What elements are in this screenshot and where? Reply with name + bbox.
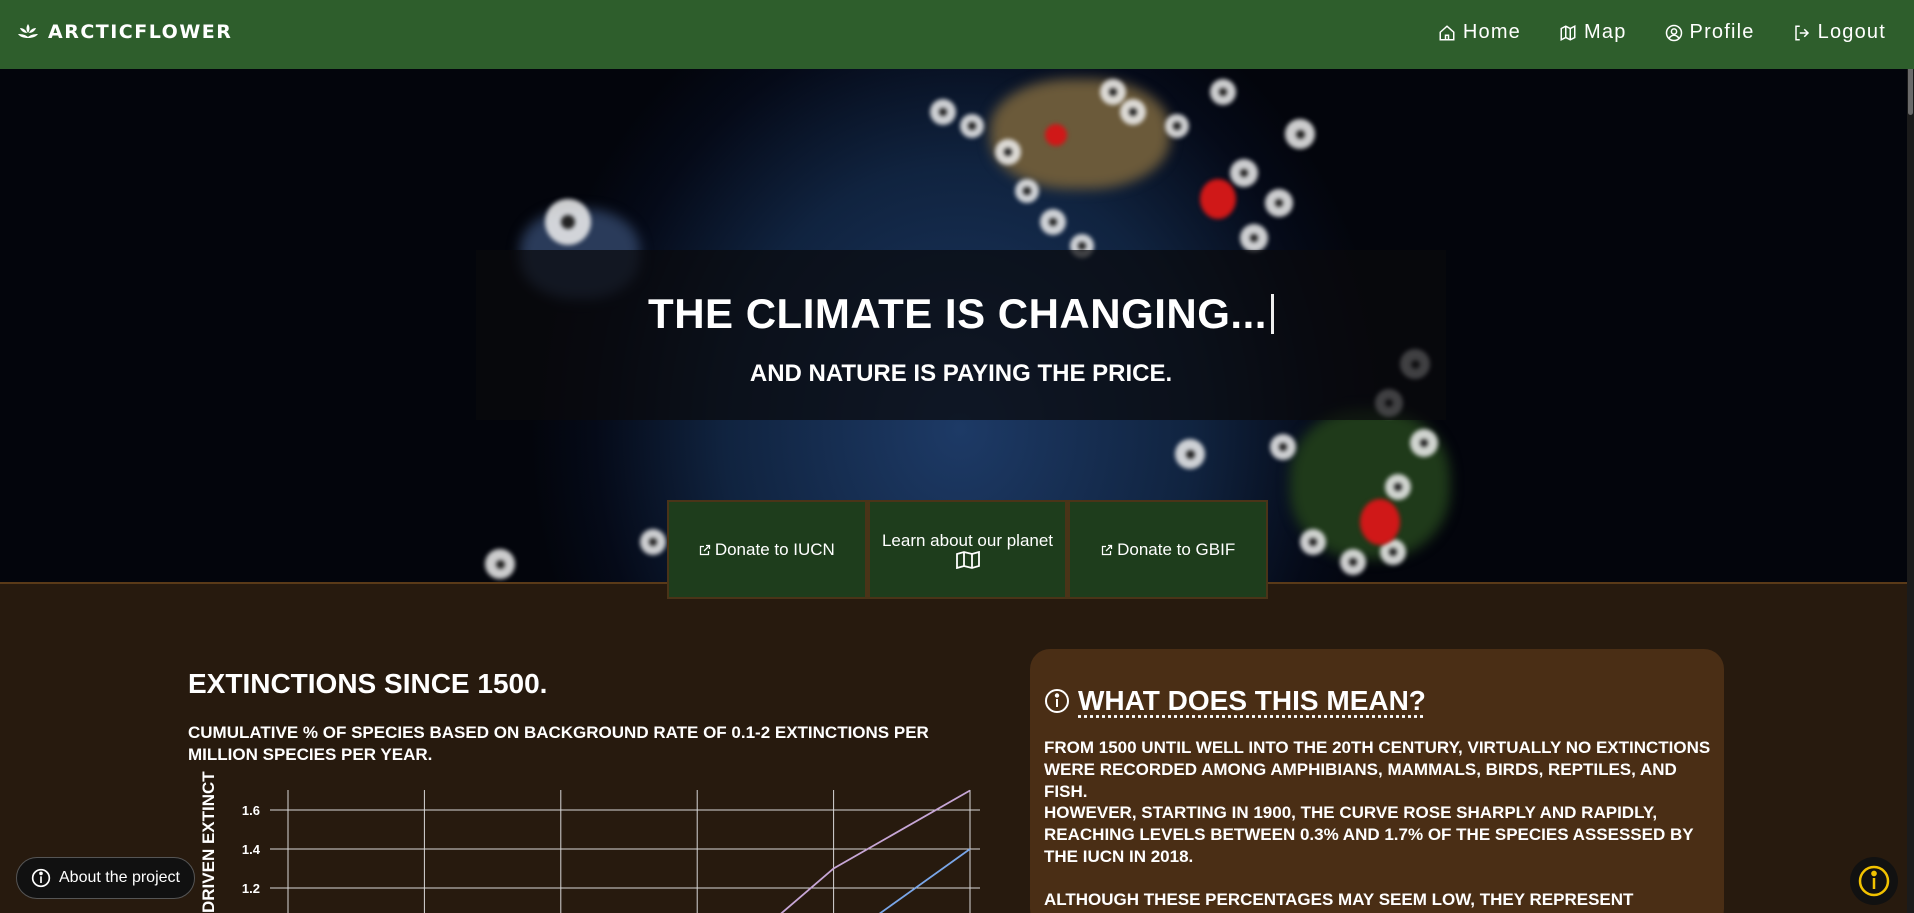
- info-icon: [1858, 865, 1890, 897]
- map-marker: [1265, 189, 1293, 217]
- nav-logout-label: Logout: [1817, 21, 1886, 43]
- y-tick-label: 1.6: [242, 803, 260, 818]
- map-marker: [1015, 179, 1039, 203]
- map-marker: [545, 199, 591, 245]
- red-marker: [1045, 124, 1067, 146]
- info-paragraph-1: FROM 1500 UNTIL WELL INTO THE 20TH CENTU…: [1044, 738, 1711, 801]
- lotus-logo-icon: [18, 24, 38, 38]
- map-marker: [1285, 119, 1315, 149]
- info-icon: [1045, 689, 1069, 713]
- series-line-1: [780, 789, 971, 913]
- map-marker: [1340, 549, 1366, 575]
- y-tick-label: 1.2: [242, 881, 260, 896]
- red-marker: [1200, 179, 1236, 219]
- map-marker: [640, 529, 666, 555]
- map-icon: [955, 550, 980, 569]
- info-paragraph-2: HOWEVER, STARTING IN 1900, THE CURVE ROS…: [1044, 803, 1694, 866]
- about-project-label: About the project: [59, 869, 180, 886]
- nav-map[interactable]: Map: [1559, 21, 1627, 44]
- nav-map-label: Map: [1584, 21, 1627, 43]
- hero-subtitle: AND NATURE IS PAYING THE PRICE.: [749, 360, 1173, 387]
- hero-title: THE CLIMATE IS CHANGING...: [476, 290, 1446, 338]
- map-marker: [485, 549, 515, 579]
- map-icon: [1560, 24, 1576, 41]
- map-marker: [1385, 474, 1411, 500]
- nav-links: Home Map Profile Logout: [1438, 21, 1886, 44]
- map-marker: [995, 139, 1021, 165]
- learn-planet-button[interactable]: Learn about our planet: [866, 500, 1068, 599]
- profile-icon: [1665, 24, 1682, 41]
- donate-iucn-button[interactable]: Donate to IUCN: [667, 500, 867, 599]
- land-shape: [990, 79, 1170, 189]
- donate-gbif-label: Donate to GBIF: [1117, 539, 1236, 559]
- y-tick-label: 1.4: [242, 842, 261, 857]
- red-marker: [1360, 499, 1400, 545]
- about-project-button[interactable]: About the project: [16, 857, 195, 899]
- map-marker: [1270, 434, 1296, 460]
- section-subtitle: CUMULATIVE % OF SPECIES BASED ON BACKGRO…: [188, 723, 929, 764]
- map-marker: [1040, 209, 1066, 235]
- map-marker: [1240, 224, 1268, 252]
- info-paragraph-3: ALTHOUGH THESE PERCENTAGES MAY SEEM LOW,…: [1044, 890, 1634, 913]
- map-marker: [1165, 114, 1189, 138]
- nav-home-label: Home: [1462, 21, 1522, 43]
- map-marker: [960, 114, 984, 138]
- external-link-icon: [1101, 544, 1113, 555]
- section-title: EXTINCTIONS SINCE 1500.: [188, 668, 548, 699]
- nav-profile-label: Profile: [1689, 21, 1755, 43]
- map-marker: [1100, 79, 1126, 105]
- nav-home[interactable]: Home: [1438, 21, 1521, 44]
- scrollbar-track[interactable]: [1907, 0, 1914, 913]
- hero-buttons: Donate to IUCN Learn about our planet Do…: [667, 500, 1269, 599]
- navbar: ARCTICFLOWER Home Map Profile Logout: [0, 0, 1914, 69]
- map-marker: [930, 99, 956, 125]
- map-marker: [1230, 159, 1258, 187]
- map-marker: [1300, 529, 1326, 555]
- logout-icon: [1794, 25, 1809, 40]
- series-line-2: [878, 848, 971, 913]
- nav-profile[interactable]: Profile: [1665, 21, 1755, 44]
- donate-gbif-button[interactable]: Donate to GBIF: [1067, 500, 1269, 599]
- donate-iucn-label: Donate to IUCN: [714, 539, 835, 559]
- info-header: WHAT DOES THIS MEAN?: [1044, 685, 1426, 717]
- learn-planet-label: Learn about our planet: [881, 530, 1054, 550]
- info-icon: [31, 868, 51, 888]
- map-marker: [1410, 429, 1438, 457]
- typing-cursor: [1270, 294, 1274, 334]
- info-card: WHAT DOES THIS MEAN? FROM 1500 UNTIL WEL…: [1030, 649, 1724, 913]
- nav-logout[interactable]: Logout: [1793, 21, 1886, 44]
- home-icon: [1439, 24, 1455, 40]
- info-title: WHAT DOES THIS MEAN?: [1078, 685, 1426, 716]
- map-marker: [1175, 439, 1205, 469]
- hero-text-box: THE CLIMATE IS CHANGING... AND NATURE IS…: [476, 250, 1446, 420]
- external-link-icon: [699, 544, 710, 555]
- extinctions-chart: DRIVEN EXTINCT 1.6 1.4 1.2: [199, 771, 980, 913]
- y-axis-label: DRIVEN EXTINCT: [199, 771, 218, 913]
- brand-name: ARCTICFLOWER: [48, 21, 233, 43]
- map-marker: [1120, 99, 1146, 125]
- brand[interactable]: ARCTICFLOWER: [16, 20, 232, 44]
- help-button[interactable]: [1850, 857, 1898, 905]
- map-marker: [1210, 79, 1236, 105]
